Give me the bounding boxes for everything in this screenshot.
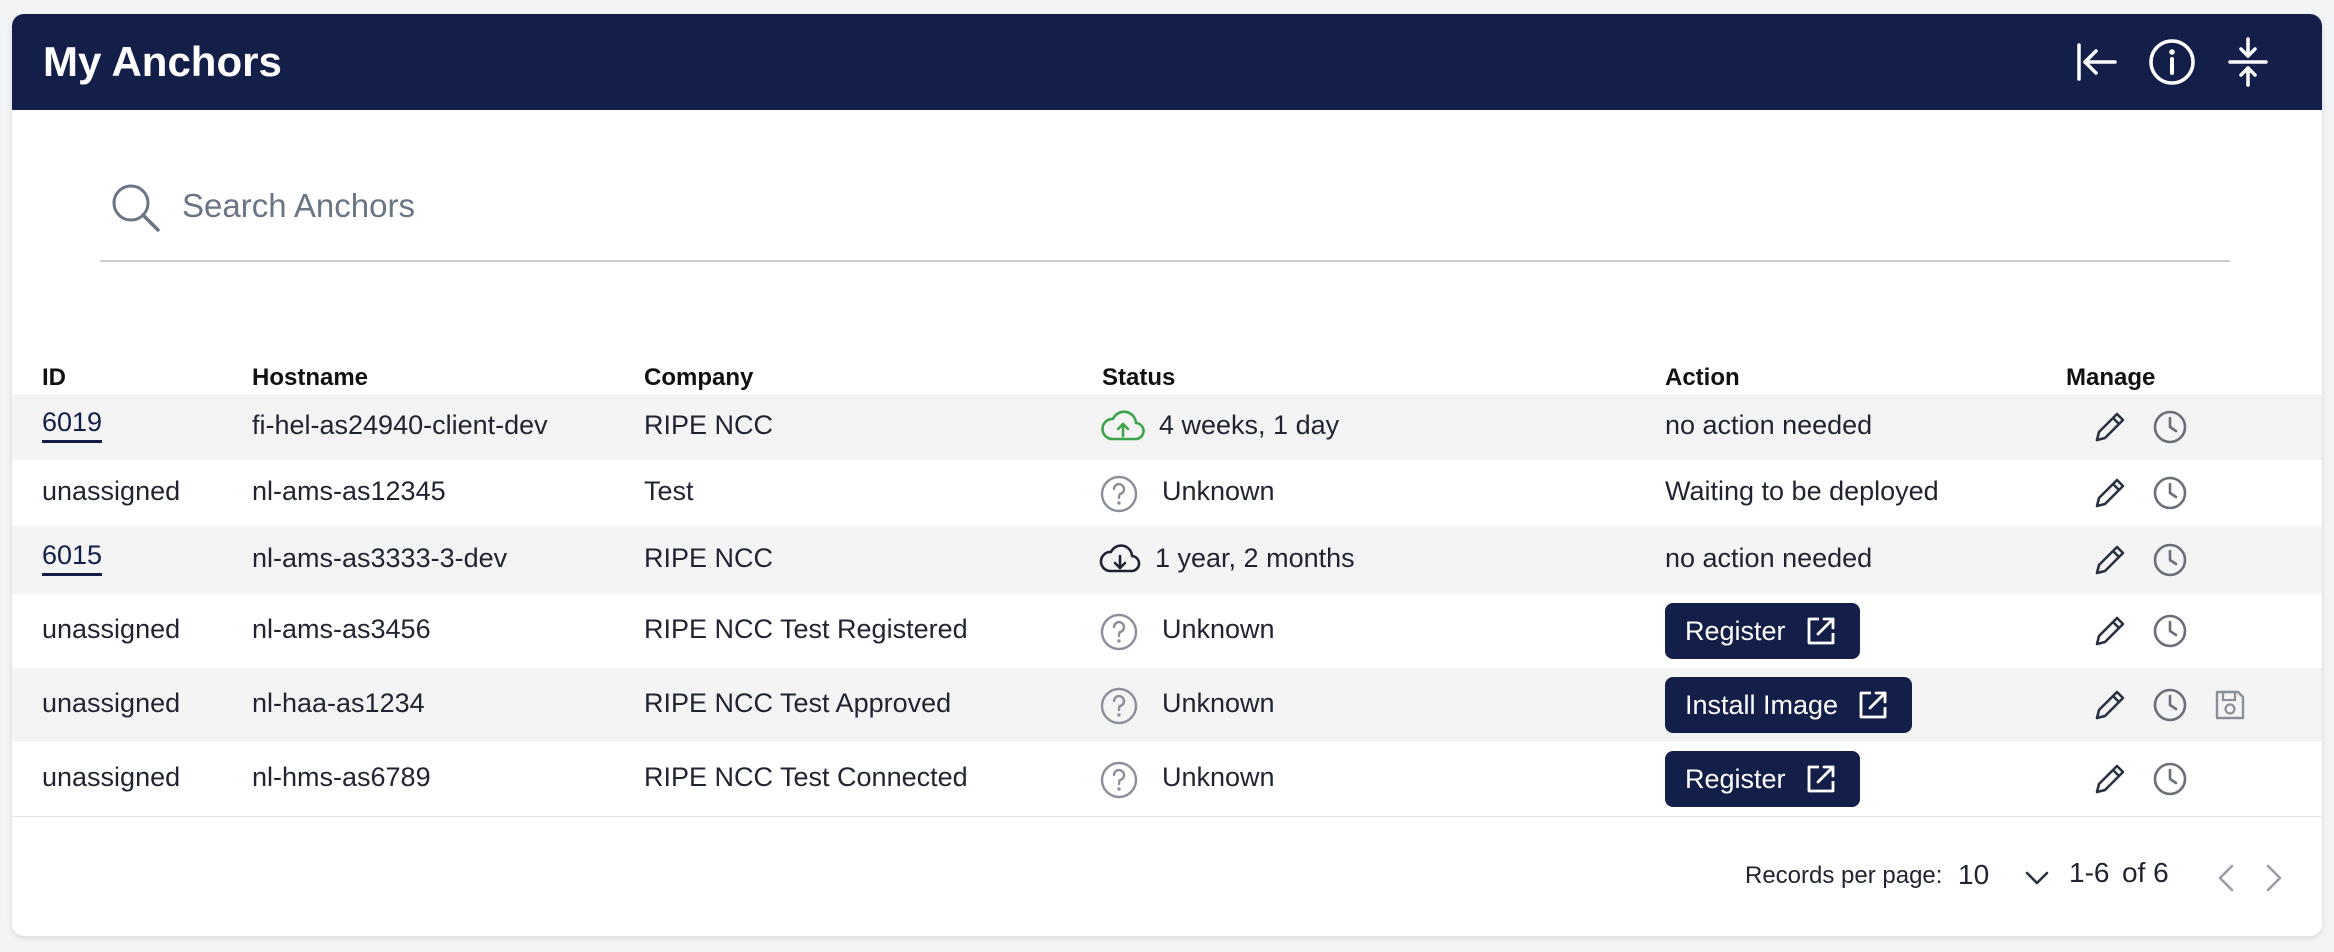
- column-header-status[interactable]: Status: [1102, 364, 1175, 392]
- edit-icon[interactable]: [2090, 407, 2130, 447]
- external-link-icon: [1807, 617, 1834, 645]
- anchor-id-text: unassigned: [42, 476, 181, 506]
- table-row: unassigned nl-hms-as6789 RIPE NCC Test C…: [12, 742, 2322, 816]
- question-icon: [1100, 613, 1138, 651]
- anchor-id-text: unassigned: [42, 688, 181, 718]
- company-cell: RIPE NCC Test Approved: [644, 688, 952, 718]
- edit-icon[interactable]: [2090, 473, 2130, 513]
- table-row: unassigned nl-ams-as12345 Test Unknown W…: [12, 460, 2322, 526]
- records-per-page-label: Records per page:: [1745, 862, 1943, 889]
- collapse-left-icon[interactable]: [2070, 36, 2122, 88]
- cloud-up-icon: [1101, 410, 1145, 441]
- cloud-down-icon: [1099, 544, 1141, 573]
- table-row: 6015 nl-ams-as3333-3-dev RIPE NCC 1 year…: [12, 526, 2322, 594]
- install-image-button-label: Install Image: [1685, 689, 1839, 720]
- status-text: Unknown: [1162, 614, 1275, 644]
- chevron-left-icon[interactable]: [2212, 858, 2242, 898]
- status-text: 1 year, 2 months: [1155, 543, 1355, 573]
- table-row: unassigned nl-haa-as1234 RIPE NCC Test A…: [12, 668, 2322, 742]
- hostname-cell: fi-hel-as24940-client-dev: [252, 410, 548, 440]
- search-input[interactable]: [182, 178, 2082, 234]
- edit-icon[interactable]: [2090, 540, 2130, 580]
- anchors-card: My Anchors Search Anchors ID Hostname Co…: [12, 14, 2322, 936]
- column-header-manage: Manage: [2066, 364, 2156, 391]
- anchor-id-link[interactable]: 6015: [42, 540, 103, 576]
- history-icon[interactable]: [2150, 473, 2190, 513]
- action-text: no action needed: [1665, 543, 1873, 573]
- status-text: Unknown: [1162, 476, 1275, 506]
- save-icon[interactable]: [2210, 685, 2250, 725]
- action-text: no action needed: [1665, 410, 1873, 440]
- table-divider: [12, 816, 2322, 817]
- records-per-page-value[interactable]: 10: [1958, 859, 1989, 891]
- chevron-right-icon[interactable]: [2258, 858, 2288, 898]
- register-button-label: Register: [1685, 763, 1786, 794]
- page-title: My Anchors: [43, 38, 282, 85]
- anchor-id-link[interactable]: 6019: [42, 407, 103, 443]
- register-button-label: Register: [1685, 615, 1786, 646]
- hostname-cell: nl-ams-as12345: [252, 476, 446, 506]
- edit-icon[interactable]: [2090, 759, 2130, 799]
- company-cell: RIPE NCC: [644, 410, 774, 440]
- column-header-company[interactable]: Company: [644, 364, 753, 392]
- question-icon: [1100, 761, 1138, 799]
- chevron-down-icon[interactable]: [2022, 863, 2052, 893]
- info-icon[interactable]: [2146, 36, 2198, 88]
- company-cell: RIPE NCC: [644, 543, 774, 573]
- external-link-icon: [1859, 691, 1887, 719]
- column-header-hostname[interactable]: Hostname: [252, 364, 368, 392]
- table-row: unassigned nl-ams-as3456 RIPE NCC Test R…: [12, 594, 2322, 668]
- header-bar: My Anchors: [12, 14, 2322, 110]
- hostname-cell: nl-ams-as3333-3-dev: [252, 543, 508, 573]
- history-icon[interactable]: [2150, 540, 2190, 580]
- edit-icon[interactable]: [2090, 685, 2130, 725]
- hostname-cell: nl-haa-as1234: [252, 688, 425, 718]
- action-text: Waiting to be deployed: [1665, 476, 1939, 506]
- table-row: 6019 fi-hel-as24940-client-dev RIPE NCC …: [12, 394, 2322, 460]
- register-button[interactable]: Register: [1665, 603, 1860, 659]
- register-button[interactable]: Register: [1665, 751, 1860, 807]
- question-icon: [1100, 475, 1138, 513]
- hostname-cell: nl-ams-as3456: [252, 614, 431, 644]
- column-header-action: Action: [1665, 364, 1740, 391]
- status-text: Unknown: [1162, 688, 1275, 718]
- pagination-range: 1-6: [2069, 857, 2110, 888]
- search-icon: [112, 184, 160, 232]
- external-link-icon: [1807, 765, 1834, 793]
- history-icon[interactable]: [2150, 759, 2190, 799]
- compress-icon[interactable]: [2222, 36, 2274, 88]
- status-text: 4 weeks, 1 day: [1159, 410, 1340, 440]
- history-icon[interactable]: [2150, 685, 2190, 725]
- install-image-button[interactable]: Install Image: [1665, 677, 1913, 733]
- question-icon: [1100, 687, 1138, 725]
- column-header-id[interactable]: ID: [42, 364, 66, 392]
- company-cell: Test: [644, 476, 694, 506]
- edit-icon[interactable]: [2090, 611, 2130, 651]
- company-cell: RIPE NCC Test Connected: [644, 762, 968, 792]
- anchor-id-text: unassigned: [42, 614, 181, 644]
- search-bar: [100, 158, 2230, 262]
- hostname-cell: nl-hms-as6789: [252, 762, 431, 792]
- history-icon[interactable]: [2150, 611, 2190, 651]
- company-cell: RIPE NCC Test Registered: [644, 614, 968, 644]
- pagination-total: of 6: [2122, 857, 2169, 888]
- status-text: Unknown: [1162, 762, 1275, 792]
- anchor-id-text: unassigned: [42, 762, 181, 792]
- history-icon[interactable]: [2150, 407, 2190, 447]
